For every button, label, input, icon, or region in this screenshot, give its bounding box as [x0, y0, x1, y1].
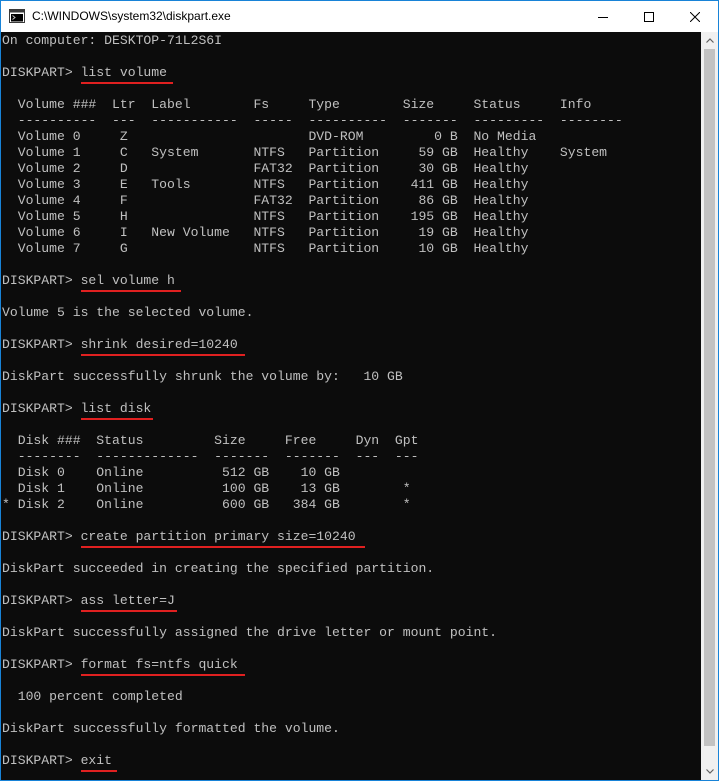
- close-icon: [690, 11, 700, 22]
- chevron-down-icon: [705, 769, 714, 774]
- command-line: DISKPART> list volume: [2, 65, 168, 80]
- command-underline: [81, 418, 153, 420]
- console-icon: [9, 9, 25, 23]
- output-line: ---------- --- ----------- ----- -------…: [2, 113, 623, 128]
- command-line: DISKPART> format fs=ntfs quick: [2, 657, 238, 672]
- command-line: DISKPART> exit: [2, 753, 113, 768]
- command-underline: [81, 610, 177, 612]
- minimize-button[interactable]: [580, 1, 626, 32]
- output-line: DiskPart successfully assigned the drive…: [2, 625, 498, 640]
- command-underline: [81, 354, 245, 356]
- maximize-button[interactable]: [626, 1, 672, 32]
- scrollbar-thumb[interactable]: [704, 49, 715, 746]
- output-line: Volume 4 F FAT32 Partition 86 GB Healthy: [2, 193, 529, 208]
- command-underline: [81, 546, 365, 548]
- output-line: Volume 5 is the selected volume.: [2, 305, 254, 320]
- command-underline: [81, 674, 245, 676]
- command-line: DISKPART> ass letter=J: [2, 593, 175, 608]
- window-title: C:\WINDOWS\system32\diskpart.exe: [32, 9, 231, 23]
- command-line: DISKPART> create partition primary size=…: [2, 529, 356, 544]
- output-line: On computer: DESKTOP-71L2S6I: [2, 33, 223, 48]
- output-line: Volume ### Ltr Label Fs Type Size Status…: [2, 97, 592, 112]
- title-bar[interactable]: C:\WINDOWS\system32\diskpart.exe: [1, 1, 718, 32]
- console-output[interactable]: On computer: DESKTOP-71L2S6I DISKPART> li…: [1, 32, 701, 780]
- command-underline: [81, 770, 117, 772]
- output-line: DiskPart successfully formatted the volu…: [2, 721, 340, 736]
- output-line: Volume 5 H NTFS Partition 195 GB Healthy: [2, 209, 529, 224]
- vertical-scrollbar[interactable]: [701, 32, 718, 780]
- close-button[interactable]: [672, 1, 718, 32]
- command-underline: [81, 290, 181, 292]
- minimize-icon: [598, 16, 608, 18]
- scroll-up-button[interactable]: [701, 32, 718, 49]
- command-line: DISKPART> shrink desired=10240: [2, 337, 238, 352]
- output-line: Disk ### Status Size Free Dyn Gpt: [2, 433, 419, 448]
- output-line: Volume 7 G NTFS Partition 10 GB Healthy: [2, 241, 529, 256]
- command-underline: [81, 82, 173, 84]
- output-line: Disk 0 Online 512 GB 10 GB: [2, 465, 340, 480]
- output-line: DiskPart succeeded in creating the speci…: [2, 561, 435, 576]
- maximize-icon: [644, 11, 654, 22]
- output-line: Disk 1 Online 100 GB 13 GB *: [2, 481, 411, 496]
- output-line: Volume 6 I New Volume NTFS Partition 19 …: [2, 225, 529, 240]
- chevron-up-icon: [705, 38, 714, 43]
- command-line: DISKPART> sel volume h: [2, 273, 175, 288]
- console-window: C:\WINDOWS\system32\diskpart.exe On comp…: [0, 0, 719, 781]
- output-line: * Disk 2 Online 600 GB 384 GB *: [2, 497, 411, 512]
- output-line: Volume 0 Z DVD-ROM 0 B No Media: [2, 129, 537, 144]
- output-line: Volume 3 E Tools NTFS Partition 411 GB H…: [2, 177, 529, 192]
- output-line: DiskPart successfully shrunk the volume …: [2, 369, 403, 384]
- output-line: 100 percent completed: [2, 689, 183, 704]
- output-line: Volume 2 D FAT32 Partition 30 GB Healthy: [2, 161, 529, 176]
- command-line: DISKPART> list disk: [2, 401, 152, 416]
- output-line: -------- ------------- ------- ------- -…: [2, 449, 419, 464]
- scroll-down-button[interactable]: [701, 763, 718, 780]
- output-line: Volume 1 C System NTFS Partition 59 GB H…: [2, 145, 608, 160]
